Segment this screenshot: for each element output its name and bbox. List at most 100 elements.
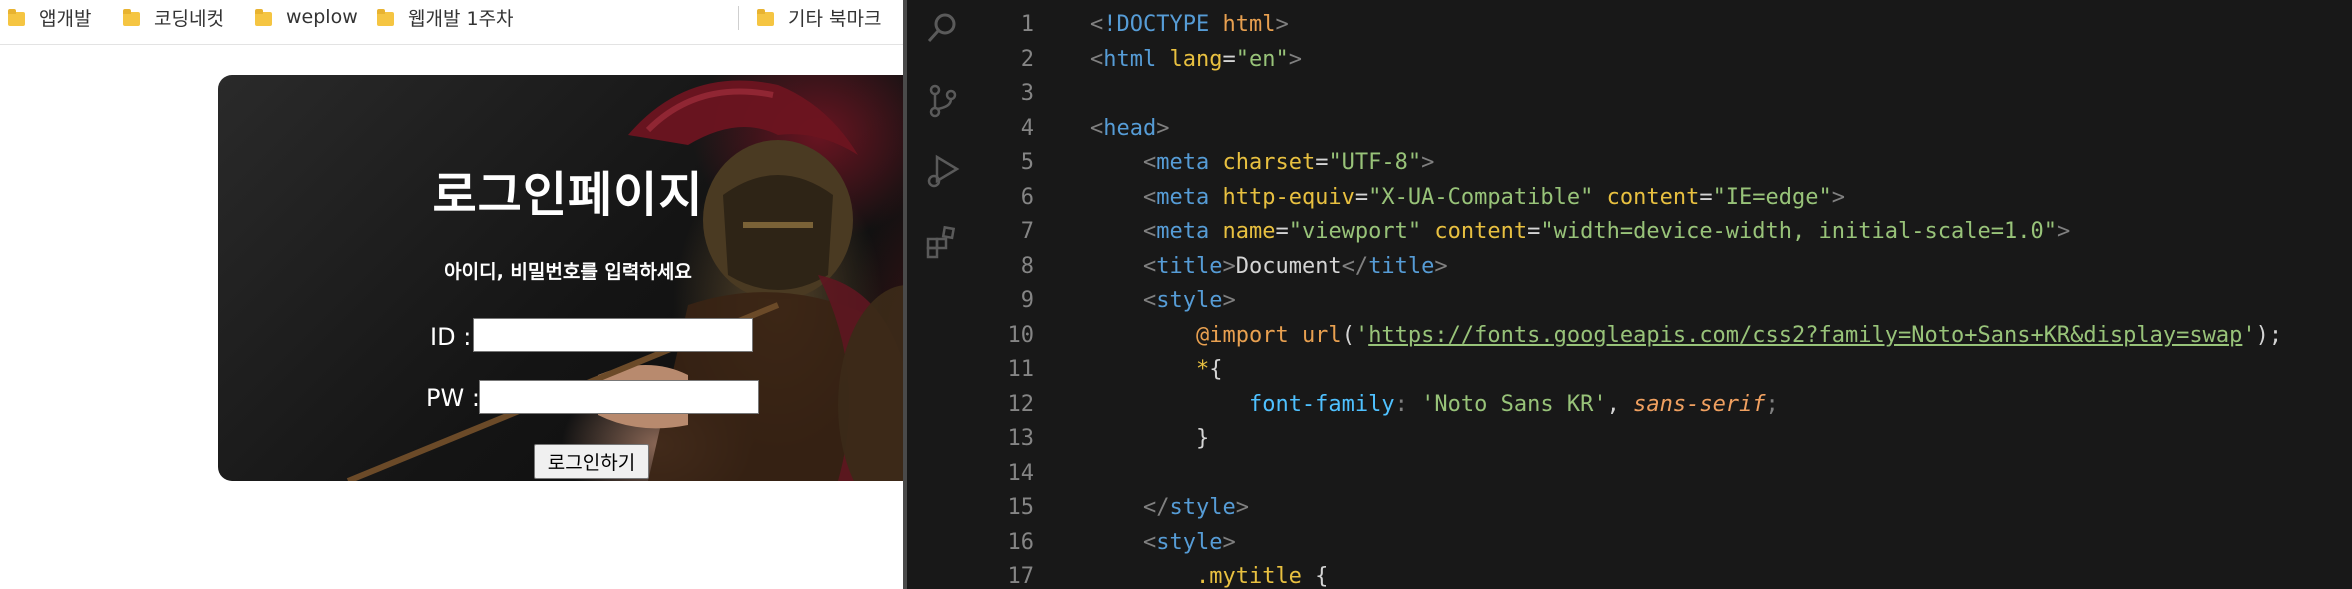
code-line[interactable]: 16 <style> <box>977 526 2352 560</box>
bookmark-label: 웹개발 1주차 <box>408 7 514 30</box>
code-text: <style> <box>1090 284 1236 318</box>
code-text: font-family: 'Noto Sans KR', sans-serif; <box>1090 388 1779 422</box>
code-token: < <box>1090 115 1104 141</box>
code-token: style <box>1156 529 1223 555</box>
line-number: 6 <box>1020 184 1034 210</box>
line-number: 4 <box>1020 115 1034 141</box>
code-line[interactable]: 1 <!DOCTYPE html> <box>977 8 2352 42</box>
line-number: 3 <box>1020 81 1034 106</box>
search-icon[interactable] <box>925 10 961 46</box>
bookmark-label: weplow <box>286 6 358 28</box>
code-token: > <box>1222 253 1236 279</box>
line-number: 2 <box>1020 46 1034 72</box>
code-line[interactable]: 4 <head> <box>977 112 2352 146</box>
bookmark-folder[interactable]: weplow <box>255 0 358 34</box>
pw-input[interactable] <box>479 380 759 414</box>
code-editor: 1 <!DOCTYPE html> 2 <html lang="en"> 3 4 <head… <box>907 0 2352 589</box>
code-line[interactable]: 6 <meta http-equiv="X-UA-Compatible" con… <box>977 181 2352 215</box>
page-subtitle: 아이디, 비밀번호를 입력하세요 <box>444 261 692 283</box>
code-token: meta <box>1156 184 1210 210</box>
code-line[interactable]: 3 <box>977 77 2352 111</box>
run-debug-icon[interactable] <box>925 153 961 189</box>
code-line[interactable]: 5 <meta charset="UTF-8"> <box>977 146 2352 180</box>
folder-icon <box>123 8 140 26</box>
code-token: > <box>1222 529 1236 555</box>
activity-bar <box>907 0 977 589</box>
code-line[interactable]: 17 .mytitle { <box>977 560 2352 589</box>
code-line[interactable]: 2 <html lang="en"> <box>977 43 2352 77</box>
code-token: * <box>1195 357 1210 382</box>
code-line[interactable]: 14 <box>977 457 2352 491</box>
code-text: } <box>1090 422 1209 456</box>
code-token: = <box>1527 219 1541 244</box>
code-token: ' <box>1354 322 1369 348</box>
code-token: > <box>1235 495 1249 520</box>
code-token: head <box>1103 115 1157 141</box>
code-token: = <box>1699 184 1713 210</box>
code-token: "viewport" <box>1288 219 1422 244</box>
line-number: 9 <box>1020 288 1034 313</box>
extensions-icon[interactable] <box>925 225 961 261</box>
bookmarks-bar: 앱개발 코딩네컷 weplow 웹개발 1주차 기타 북마크 <box>0 0 903 45</box>
code-line[interactable]: 12 font-family: 'Noto Sans KR', sans-ser… <box>977 388 2352 422</box>
code-token: < <box>1142 219 1157 244</box>
bookmark-folder[interactable]: 웹개발 1주차 <box>377 0 514 34</box>
code-token: </ <box>1341 253 1369 279</box>
code-token: html <box>1222 12 1276 37</box>
code-text: <html lang="en"> <box>1090 43 1302 77</box>
code-token: } <box>1195 426 1210 451</box>
bookmark-folder[interactable]: 앱개발 <box>8 0 91 34</box>
bookmark-label: 코딩네컷 <box>154 7 224 30</box>
code-token: < <box>1142 288 1157 313</box>
code-token: content <box>1606 184 1700 210</box>
code-line[interactable]: 10 @import url('https://fonts.googleapis… <box>977 319 2352 353</box>
code-text: <head> <box>1090 112 1169 146</box>
code-token: < <box>1142 150 1157 175</box>
bookmark-label: 앱개발 <box>39 7 92 30</box>
code-token: https://fonts.googleapis.com/css2?family… <box>1368 322 2243 348</box>
bookmark-folder[interactable]: 코딩네컷 <box>123 0 224 34</box>
page-title: 로그인페이지 <box>432 167 704 223</box>
code-line[interactable]: 15 </style> <box>977 491 2352 525</box>
code-line[interactable]: 13 } <box>977 422 2352 456</box>
code-token: http-equiv <box>1222 184 1355 210</box>
code-token: "width=device-width, initial-scale=1.0" <box>1540 219 2057 244</box>
code-line[interactable]: 8 <title>Document</title> <box>977 250 2352 284</box>
source-control-icon[interactable] <box>925 83 961 119</box>
code-text: <meta name="viewport" content="width=dev… <box>1090 215 2070 249</box>
code-token: charset <box>1222 150 1316 175</box>
pw-label: PW : <box>426 384 480 412</box>
code-line[interactable]: 9 <style> <box>977 284 2352 318</box>
code-token: ; <box>1765 391 1779 417</box>
login-button[interactable]: 로그인하기 <box>534 444 649 479</box>
bookmarks-separator <box>738 6 739 30</box>
code-token: meta <box>1156 150 1210 175</box>
code-token: > <box>1275 12 1289 37</box>
code-token: < <box>1142 253 1157 279</box>
line-number: 10 <box>1007 322 1035 348</box>
code-text: <!DOCTYPE html> <box>1090 8 1289 42</box>
code-token: meta <box>1156 219 1210 244</box>
code-token: "IE=edge" <box>1712 184 1832 210</box>
code-token: html <box>1103 46 1157 72</box>
code-area[interactable]: 1 <!DOCTYPE html> 2 <html lang="en"> 3 4 <head… <box>977 0 2352 589</box>
code-token: title <box>1156 253 1223 279</box>
code-line[interactable]: 11 *{ <box>977 353 2352 387</box>
line-number: 15 <box>1007 495 1035 520</box>
code-token: > <box>1156 115 1170 141</box>
code-token: 'Noto Sans KR' <box>1421 391 1607 417</box>
code-text: <title>Document</title> <box>1090 250 1448 284</box>
id-input[interactable] <box>473 318 753 352</box>
bookmark-folder-other[interactable]: 기타 북마크 <box>757 0 881 34</box>
code-token: ' <box>2242 322 2256 348</box>
code-line[interactable]: 7 <meta name="viewport" content="width=d… <box>977 215 2352 249</box>
